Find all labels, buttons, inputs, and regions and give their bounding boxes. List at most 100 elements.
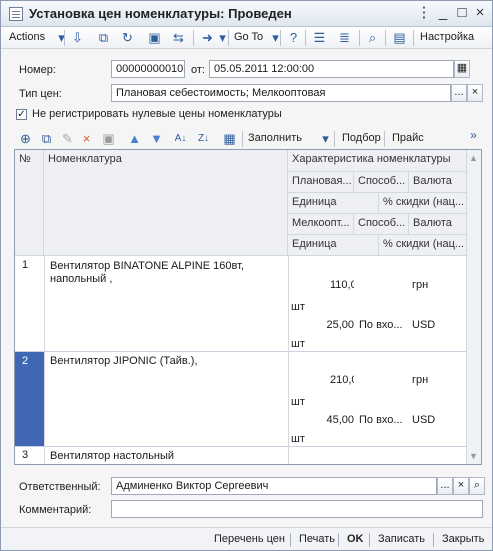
calendar-icon[interactable]: ▦ <box>454 60 470 78</box>
search-icon[interactable]: ⌕ <box>469 477 485 495</box>
structure-icon[interactable]: ≣ <box>336 29 353 46</box>
clear-icon[interactable]: × <box>453 477 469 495</box>
price-button[interactable]: Прайс <box>392 132 424 144</box>
sort-ascending-icon[interactable]: A↓ <box>172 130 189 147</box>
zero-prices-checkbox[interactable]: ✓ <box>16 109 27 120</box>
column-unit-header[interactable]: Единица <box>288 193 379 214</box>
minimize-button[interactable]: _ <box>434 4 452 22</box>
edit-icon[interactable]: ✎ <box>59 130 76 147</box>
add-row-icon[interactable]: ⊕ <box>17 130 34 147</box>
scroll-up-icon[interactable]: ▲ <box>469 153 478 163</box>
number-label: Номер: <box>19 64 56 76</box>
column-method-header[interactable]: Способ... <box>354 172 409 193</box>
column-number-header[interactable]: № <box>15 150 44 256</box>
move-down-icon[interactable]: ▼ <box>148 130 165 147</box>
sort-descending-icon[interactable]: Z↓ <box>195 130 212 147</box>
table-row[interactable]: 2 Вентилятор JIPONIC (Тайв.), 210,00 грн… <box>15 351 467 446</box>
unit-value[interactable]: шт <box>291 396 305 408</box>
end-edit-icon[interactable]: ▣ <box>100 130 117 147</box>
table-icon[interactable]: ▦ <box>221 130 238 147</box>
ellipsis-button[interactable]: ... <box>437 477 453 495</box>
currency-value[interactable]: USD <box>412 319 435 331</box>
responsible-field[interactable]: Админенко Виктор Сергеевич <box>111 477 437 495</box>
list-icon[interactable]: ☰ <box>311 29 328 46</box>
document-date-field[interactable]: 05.05.2011 12:00:00 <box>209 60 454 78</box>
more-icon[interactable]: » <box>465 127 482 144</box>
footer-buttons: Перечень цен Печать OK Записать Закрыть <box>1 527 492 550</box>
zero-prices-label: Не регистрировать нулевые цены номенклат… <box>32 108 282 120</box>
column-item-header[interactable]: Номенклатура <box>44 150 288 256</box>
column-wholesale-header[interactable]: Мелкоопт... <box>288 214 354 235</box>
history-icon[interactable]: ⇆ <box>170 29 187 46</box>
menu-icon[interactable]: ⋮ <box>415 4 433 22</box>
column-characteristic-header[interactable]: Характеристика номенклатуры <box>288 150 467 172</box>
copy-row-icon[interactable]: ⧉ <box>38 130 55 147</box>
method-value[interactable]: По вхо... <box>359 414 403 426</box>
column-discount-header[interactable]: % скидки (нац... <box>379 193 467 214</box>
save-button[interactable]: Записать <box>378 533 425 545</box>
dropdown-icon[interactable]: ▾ <box>317 130 334 147</box>
settings-button[interactable]: Настройка <box>420 31 474 43</box>
price-type-field[interactable]: Плановая себестоимость; Мелкооптовая <box>111 84 451 102</box>
unit-value[interactable]: шт <box>291 338 305 350</box>
currency-value[interactable]: USD <box>412 414 435 426</box>
table-scrollbar[interactable]: ▲ ▼ <box>466 150 481 464</box>
column-method-header[interactable]: Способ... <box>354 214 409 235</box>
window-titlebar: Установка цен номенклатуры: Проведен ⋮ _… <box>1 1 492 27</box>
print-button[interactable]: Печать <box>299 533 335 545</box>
document-number-field[interactable]: 00000000010 <box>111 60 185 78</box>
table-row[interactable]: 3 Вентилятор настольный <box>15 446 467 464</box>
preview-icon[interactable]: ⌕ <box>364 29 381 46</box>
fill-button[interactable]: Заполнить <box>248 132 302 144</box>
scroll-down-icon[interactable]: ▼ <box>469 451 478 461</box>
comment-field[interactable] <box>111 500 483 518</box>
unit-value[interactable]: шт <box>291 301 305 313</box>
dropdown-icon[interactable]: ▾ <box>53 29 70 46</box>
row-number: 1 <box>22 259 29 271</box>
post-icon[interactable]: ⇩ <box>69 29 86 46</box>
column-unit-header[interactable]: Единица <box>288 235 379 256</box>
save-document-icon[interactable]: ▣ <box>146 29 163 46</box>
help-icon[interactable]: ? <box>285 29 302 46</box>
delete-icon[interactable]: × <box>78 130 95 147</box>
ok-button[interactable]: OK <box>347 533 364 545</box>
column-discount-header[interactable]: % скидки (нац... <box>379 235 467 256</box>
planned-price[interactable]: 110,00 <box>330 279 354 291</box>
goto-menu[interactable]: Go To <box>234 31 263 43</box>
maximize-button[interactable]: □ <box>453 4 471 22</box>
move-up-icon[interactable]: ▲ <box>126 130 143 147</box>
table-row[interactable]: 1 Вентилятор BINATONE ALPINE 160вт, напо… <box>15 256 467 351</box>
item-name[interactable]: Вентилятор настольный <box>50 450 285 462</box>
currency-value[interactable]: грн <box>412 279 428 291</box>
column-currency-header[interactable]: Валюта <box>409 172 467 193</box>
refresh-icon[interactable]: ↻ <box>119 29 136 46</box>
planned-price[interactable]: 210,00 <box>330 374 354 386</box>
column-currency-header[interactable]: Валюта <box>409 214 467 235</box>
close-button[interactable]: × <box>471 4 489 22</box>
wholesale-price[interactable]: 25,00 <box>324 319 354 331</box>
column-planned-header[interactable]: Плановая... <box>288 172 354 193</box>
ellipsis-button[interactable]: ... <box>451 84 467 102</box>
method-value[interactable]: По вхо... <box>359 319 403 331</box>
main-toolbar: Actions ▾ ⇩ ⧉ ↻ ▣ ⇆ ➜ ▾ Go To ▾ ? ☰ ≣ ⌕ … <box>1 27 492 49</box>
window-title: Установка цен номенклатуры: Проведен <box>29 6 292 21</box>
price-list-button[interactable]: Перечень цен <box>214 533 285 545</box>
actions-menu[interactable]: Actions <box>9 31 45 43</box>
report-icon[interactable]: ▤ <box>391 29 408 46</box>
item-name[interactable]: Вентилятор BINATONE ALPINE 160вт, наполь… <box>50 260 285 286</box>
prices-table: № Номенклатура Характеристика номенклату… <box>14 149 482 465</box>
copy-icon[interactable]: ⧉ <box>95 29 112 46</box>
currency-value[interactable]: грн <box>412 374 428 386</box>
close-form-button[interactable]: Закрыть <box>442 533 484 545</box>
row-number: 2 <box>15 351 44 446</box>
clear-icon[interactable]: × <box>467 84 483 102</box>
comment-label: Комментарий: <box>19 504 92 516</box>
dropdown-icon[interactable]: ▾ <box>267 29 284 46</box>
unit-value[interactable]: шт <box>291 433 305 445</box>
responsible-label: Ответственный: <box>19 481 101 493</box>
selection-button[interactable]: Подбор <box>342 132 381 144</box>
price-type-label: Тип цен: <box>19 88 62 100</box>
wholesale-price[interactable]: 45,00 <box>324 414 354 426</box>
table-toolbar: ⊕ ⧉ ✎ × ▣ ▲ ▼ A↓ Z↓ ▦ Заполнить ▾ Подбор… <box>14 127 482 150</box>
item-name[interactable]: Вентилятор JIPONIC (Тайв.), <box>50 355 285 367</box>
